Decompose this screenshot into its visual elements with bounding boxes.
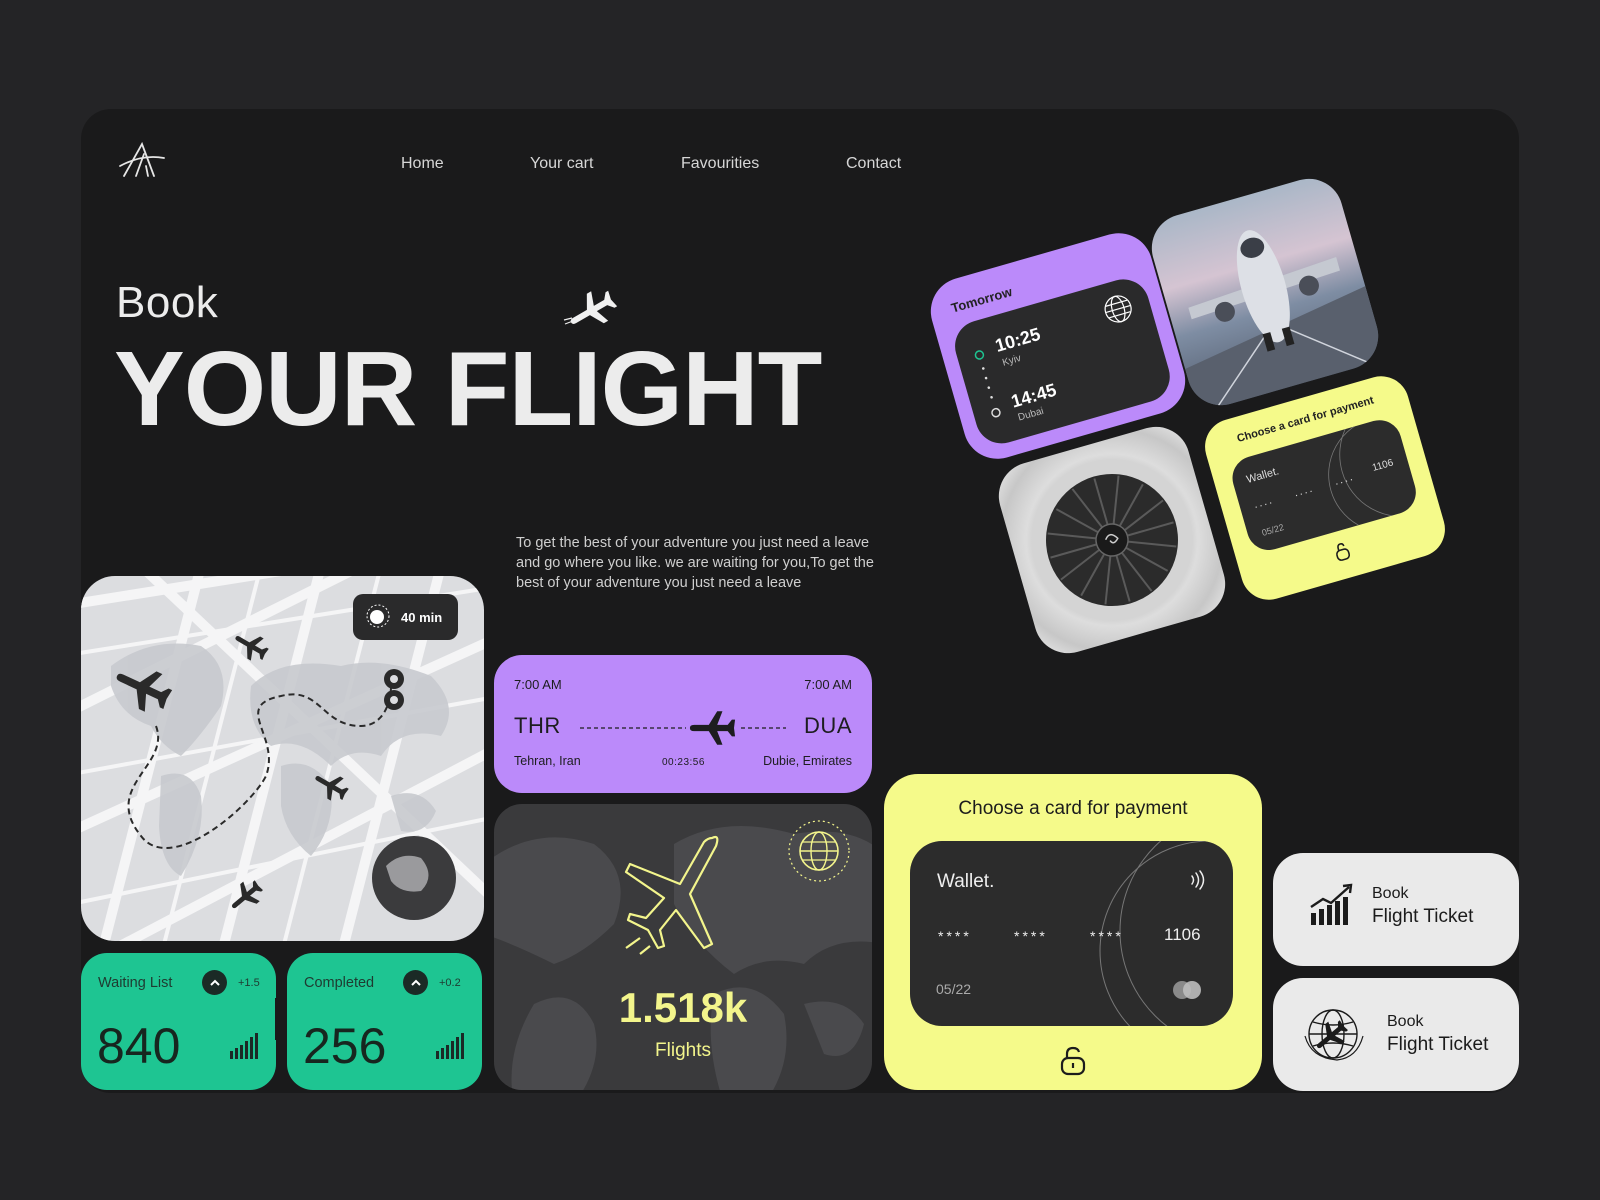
- waiting-list-card[interactable]: Waiting List +1.5 840: [81, 953, 276, 1090]
- waiting-list-delta: +1.5: [238, 977, 260, 989]
- completed-value: 256: [303, 1018, 387, 1074]
- to-code: DUA: [804, 713, 852, 738]
- card-masked-2: ****: [1014, 928, 1048, 944]
- lock-icon[interactable]: [1059, 1046, 1087, 1076]
- completed-card[interactable]: Completed +0.2 256: [287, 953, 482, 1090]
- waiting-list-label: Waiting List: [98, 975, 173, 991]
- book-flight-ticket-button[interactable]: Book Flight Ticket: [1273, 978, 1519, 1091]
- arrive-time: 7:00 AM: [804, 677, 852, 692]
- contactless-icon: [1191, 870, 1205, 890]
- flights-label: Flights: [655, 1040, 711, 1061]
- flights-value: 1.518k: [618, 984, 748, 1031]
- route-map[interactable]: 40 min: [81, 576, 484, 941]
- waiting-list-value: 840: [97, 1018, 181, 1074]
- flight-route-card[interactable]: 7:00 AM 7:00 AM THR DUA Tehran, Iran 00:…: [494, 655, 872, 793]
- signal-bars-icon: [436, 1033, 464, 1059]
- route-line: [580, 711, 786, 745]
- completed-delta: +0.2: [439, 977, 461, 989]
- hero-book: Book: [116, 278, 219, 327]
- flight-duration: 00:23:56: [662, 757, 705, 768]
- from-city: Tehran, Iran: [514, 754, 581, 768]
- lock-icon[interactable]: [1332, 541, 1352, 563]
- flight-ticket-label: Flight Ticket: [1387, 1034, 1489, 1055]
- card-name: Wallet.: [937, 871, 995, 892]
- book-flight-ticket-button[interactable]: Book Flight Ticket: [1273, 853, 1519, 966]
- nav-favourities[interactable]: Favourities: [681, 155, 759, 173]
- to-city: Dubie, Emirates: [763, 754, 852, 768]
- wallet-card[interactable]: Wallet. **** **** **** 1106 05/22: [910, 841, 1233, 1026]
- nav-home[interactable]: Home: [401, 155, 444, 173]
- route-dots: [974, 350, 1001, 418]
- globe-plane-icon: [1304, 1009, 1364, 1061]
- nav-your-cart[interactable]: Your cart: [530, 155, 593, 173]
- stats-connector: [275, 998, 285, 1040]
- completed-label: Completed: [304, 975, 375, 991]
- card-masked-3: ****: [1090, 928, 1124, 944]
- signal-bars-icon: [230, 1033, 258, 1059]
- plane-icon: [563, 290, 618, 325]
- payment-title: Choose a card for payment: [958, 798, 1188, 819]
- card-last4: 1106: [1164, 925, 1201, 944]
- logo-icon[interactable]: [118, 140, 168, 182]
- tomorrow-depart-time: 10:25: [992, 323, 1043, 356]
- tomorrow-label: Tomorrow: [949, 283, 1014, 316]
- hero-title: YOUR FLIGHT: [114, 330, 822, 448]
- tomorrow-depart-city: Kyiv: [1001, 352, 1023, 369]
- payment-card-panel[interactable]: Choose a card for payment Wallet. **** *…: [884, 774, 1262, 1090]
- flight-ticket-label: Flight Ticket: [1372, 906, 1474, 927]
- chevron-up-icon[interactable]: [202, 970, 227, 995]
- eta-badge: 40 min: [353, 594, 458, 640]
- book-label: Book: [1387, 1013, 1424, 1030]
- chart-growth-icon: [1310, 883, 1353, 925]
- eta-text: 40 min: [401, 609, 443, 625]
- card-masked-1: ****: [938, 928, 972, 944]
- book-label: Book: [1372, 885, 1409, 902]
- hero-description: To get the best of your adventure you ju…: [516, 535, 874, 591]
- flights-count-card[interactable]: 1.518k Flights: [494, 804, 872, 1090]
- chevron-up-icon[interactable]: [403, 970, 428, 995]
- mastercard-icon: [1173, 981, 1201, 999]
- depart-time: 7:00 AM: [514, 677, 562, 692]
- nav-contact[interactable]: Contact: [846, 155, 901, 173]
- card-expiry: 05/22: [936, 981, 972, 997]
- globe-plane-icon: [365, 603, 391, 632]
- from-code: THR: [514, 713, 561, 738]
- globe-icon: [1104, 295, 1132, 323]
